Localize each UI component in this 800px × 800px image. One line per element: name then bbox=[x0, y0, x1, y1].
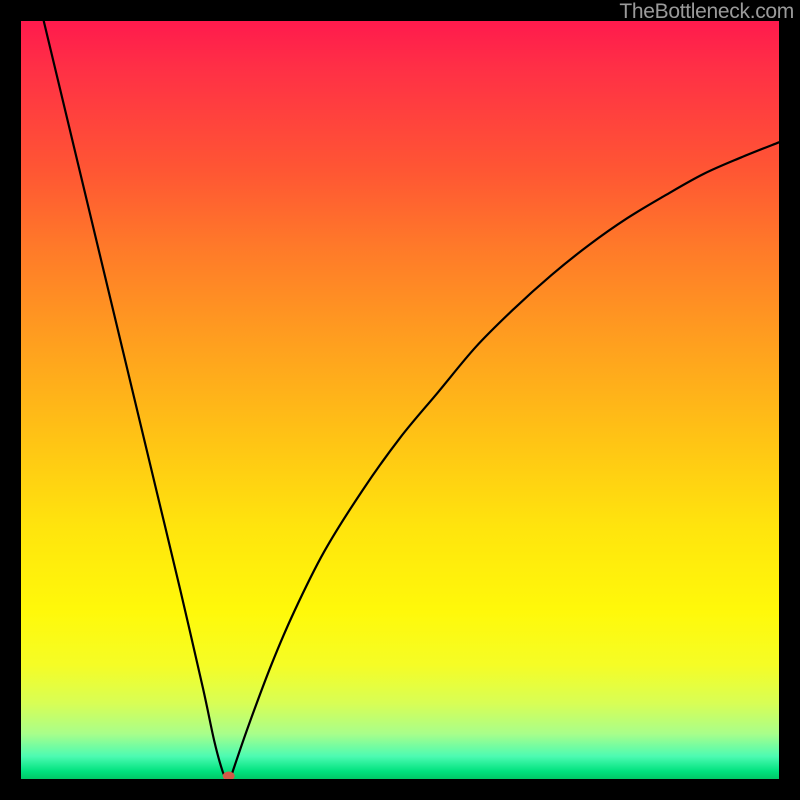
plot-svg bbox=[21, 21, 779, 779]
plot-area bbox=[21, 21, 779, 779]
chart-frame: TheBottleneck.com bbox=[0, 0, 800, 800]
bottleneck-curve bbox=[44, 21, 779, 779]
watermark-text: TheBottleneck.com bbox=[619, 0, 794, 24]
